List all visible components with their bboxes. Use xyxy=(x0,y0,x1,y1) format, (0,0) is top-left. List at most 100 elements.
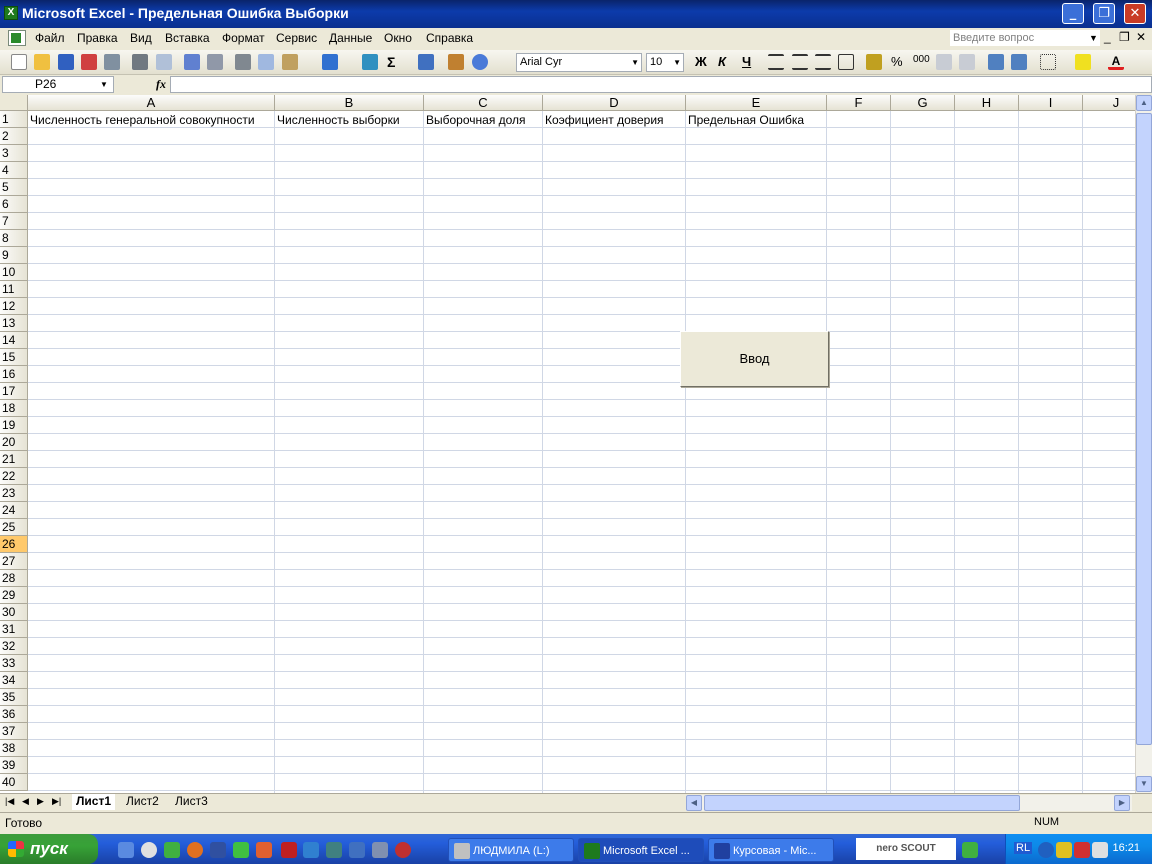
row-header-15[interactable]: 15 xyxy=(0,349,28,366)
undo-icon[interactable] xyxy=(322,54,338,70)
formula-input[interactable] xyxy=(170,76,1152,93)
row-header-24[interactable]: 24 xyxy=(0,502,28,519)
doc-minimize-button[interactable]: _ xyxy=(1104,30,1111,44)
bold-button[interactable]: Ж xyxy=(695,54,711,70)
row-header-30[interactable]: 30 xyxy=(0,604,28,621)
row-header-33[interactable]: 33 xyxy=(0,655,28,672)
task-excel[interactable]: Microsoft Excel ... xyxy=(578,838,704,862)
word-quick-icon[interactable] xyxy=(210,842,226,858)
increase-indent-icon[interactable] xyxy=(1011,54,1027,70)
decrease-indent-icon[interactable] xyxy=(988,54,1004,70)
media-player-icon[interactable] xyxy=(141,842,157,858)
row-header-21[interactable]: 21 xyxy=(0,451,28,468)
row-header-11[interactable]: 11 xyxy=(0,281,28,298)
row-header-26[interactable]: 26 xyxy=(0,536,28,553)
column-header-f[interactable]: F xyxy=(827,95,891,111)
row-header-14[interactable]: 14 xyxy=(0,332,28,349)
row-header-36[interactable]: 36 xyxy=(0,706,28,723)
row-header-34[interactable]: 34 xyxy=(0,672,28,689)
scroll-right-icon[interactable]: ▶ xyxy=(1114,795,1130,811)
tray-chevron-icon[interactable] xyxy=(1038,842,1054,858)
antivirus-tray-icon[interactable] xyxy=(1074,842,1090,858)
column-header-g[interactable]: G xyxy=(891,95,955,111)
row-header-4[interactable]: 4 xyxy=(0,162,28,179)
row-header-2[interactable]: 2 xyxy=(0,128,28,145)
close-button[interactable]: ✕ xyxy=(1124,3,1146,24)
row-header-16[interactable]: 16 xyxy=(0,366,28,383)
merge-center-icon[interactable] xyxy=(838,54,854,70)
next-sheet-icon[interactable]: ▶ xyxy=(37,796,44,807)
decrease-decimal-icon[interactable] xyxy=(959,54,975,70)
help-icon[interactable] xyxy=(472,54,488,70)
print-preview-icon[interactable] xyxy=(156,54,172,70)
row-header-31[interactable]: 31 xyxy=(0,621,28,638)
menu-help[interactable]: Справка xyxy=(426,31,473,45)
column-header-c[interactable]: C xyxy=(424,95,543,111)
volume-icon[interactable] xyxy=(1092,842,1108,858)
fx-icon[interactable]: fx xyxy=(156,77,166,92)
increase-decimal-icon[interactable] xyxy=(936,54,952,70)
select-all-corner[interactable] xyxy=(0,95,28,111)
copy-icon[interactable] xyxy=(258,54,274,70)
horizontal-scroll-thumb[interactable] xyxy=(704,795,1020,811)
row-header-8[interactable]: 8 xyxy=(0,230,28,247)
last-sheet-icon[interactable]: ▶| xyxy=(52,796,61,807)
row-header-17[interactable]: 17 xyxy=(0,383,28,400)
cell-e1[interactable]: Предельная Ошибка xyxy=(686,112,826,129)
row-header-12[interactable]: 12 xyxy=(0,298,28,315)
row-header-1[interactable]: 1 xyxy=(0,111,28,128)
arrow-icon[interactable] xyxy=(962,842,978,858)
worksheet-grid[interactable]: A B C D E F G H I J 1 2 3 4 5 6 7 8 9 10 11 12 13 14 15 16 17 18 19 2… xyxy=(0,95,1135,793)
research-icon[interactable] xyxy=(207,54,223,70)
firefox-icon[interactable] xyxy=(187,842,203,858)
menu-insert[interactable]: Вставка xyxy=(165,31,210,45)
email-icon[interactable] xyxy=(104,54,120,70)
workbook-icon[interactable] xyxy=(8,30,26,46)
align-left-icon[interactable] xyxy=(768,54,784,70)
row-header-20[interactable]: 20 xyxy=(0,434,28,451)
opera-icon[interactable] xyxy=(395,842,411,858)
column-header-j[interactable]: J xyxy=(1083,95,1135,111)
row-header-40[interactable]: 40 xyxy=(0,774,28,791)
row-header-29[interactable]: 29 xyxy=(0,587,28,604)
column-header-d[interactable]: D xyxy=(543,95,686,111)
doc-close-button[interactable]: ✕ xyxy=(1136,30,1146,44)
menu-data[interactable]: Данные xyxy=(329,31,372,45)
borders-icon[interactable] xyxy=(1040,54,1056,70)
scroll-up-icon[interactable]: ▲ xyxy=(1136,95,1152,111)
menu-format[interactable]: Формат xyxy=(222,31,265,45)
scroll-down-icon[interactable]: ▼ xyxy=(1136,776,1152,792)
chart-wizard-icon[interactable] xyxy=(448,54,464,70)
row-header-23[interactable]: 23 xyxy=(0,485,28,502)
restore-button[interactable]: ❐ xyxy=(1093,3,1115,24)
menu-window[interactable]: Окно xyxy=(384,31,412,45)
font-name-select[interactable]: Arial Cyr ▼ xyxy=(516,53,642,72)
messenger-icon[interactable] xyxy=(303,842,319,858)
vertical-scrollbar[interactable]: ▲ ▼ xyxy=(1135,95,1152,793)
row-header-5[interactable]: 5 xyxy=(0,179,28,196)
excel-app-icon[interactable]: X xyxy=(4,6,18,20)
ask-dropdown-icon[interactable]: ▼ xyxy=(1089,33,1098,43)
open-icon[interactable] xyxy=(34,54,50,70)
menu-tools[interactable]: Сервис xyxy=(276,31,317,45)
scroll-left-icon[interactable]: ◀ xyxy=(686,795,702,811)
task-word[interactable]: Курсовая - Mic... xyxy=(708,838,834,862)
row-header-38[interactable]: 38 xyxy=(0,740,28,757)
print-icon[interactable] xyxy=(132,54,148,70)
row-header-32[interactable]: 32 xyxy=(0,638,28,655)
new-icon[interactable] xyxy=(11,54,27,70)
antivirus-icon[interactable] xyxy=(281,842,297,858)
menu-file[interactable]: Файл xyxy=(35,31,65,45)
language-indicator[interactable]: RL xyxy=(1014,842,1033,854)
save-icon[interactable] xyxy=(58,54,74,70)
game-icon[interactable] xyxy=(233,842,249,858)
task-drive-l[interactable]: ЛЮДМИЛА (L:) xyxy=(448,838,574,862)
align-center-icon[interactable] xyxy=(792,54,808,70)
cut-icon[interactable] xyxy=(235,54,251,70)
align-right-icon[interactable] xyxy=(815,54,831,70)
cell-b1[interactable]: Численность выборки xyxy=(275,112,423,129)
italic-button[interactable]: К xyxy=(718,54,734,70)
show-desktop-icon[interactable] xyxy=(118,842,134,858)
fill-color-icon[interactable] xyxy=(1075,54,1091,70)
start-button[interactable]: пуск xyxy=(0,834,98,864)
